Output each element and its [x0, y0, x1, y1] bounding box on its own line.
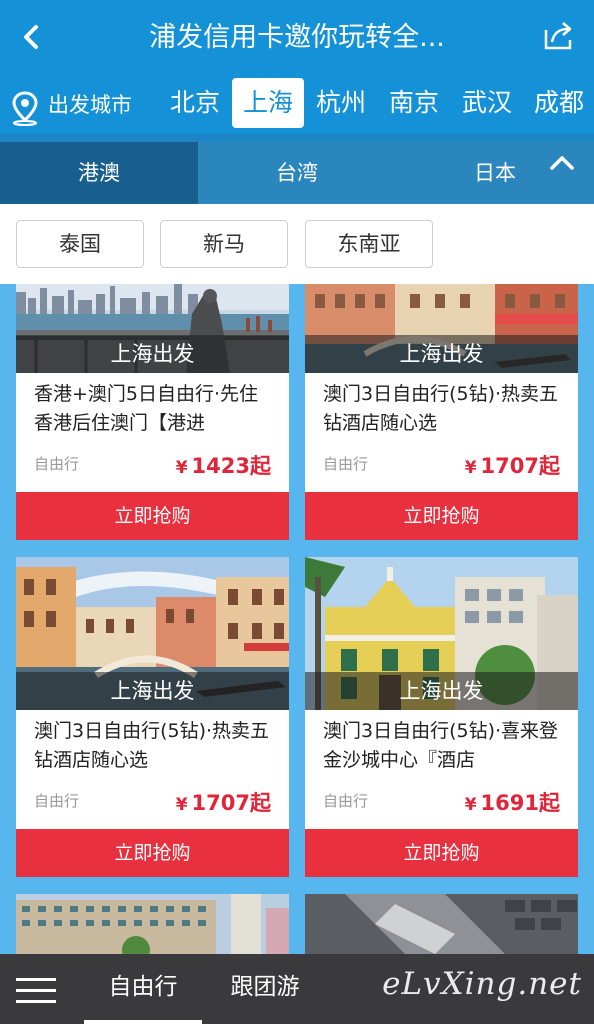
country-filter-bar: 泰国 新马 东南亚 — [0, 204, 594, 284]
product-card[interactable] — [305, 894, 578, 954]
departure-badge: 上海出发 — [16, 672, 289, 710]
city-beijing[interactable]: 北京 — [164, 78, 226, 128]
product-type: 自由行 — [34, 792, 80, 810]
tab-hongkong-macau[interactable]: 港澳 — [0, 142, 198, 204]
product-price: ¥1691起 — [465, 787, 560, 817]
departure-city-label: 出发城市 — [48, 93, 132, 117]
departure-city-bar: 出发城市 北京 上海 杭州 南京 武汉 成都 — [0, 76, 594, 142]
product-price: ¥1707起 — [176, 787, 271, 817]
currency-symbol: ¥ — [175, 795, 188, 815]
tab-taiwan[interactable]: 台湾 — [198, 142, 396, 204]
product-photo: 上海出发 — [16, 284, 289, 373]
buy-now-button[interactable]: 立即抢购 — [305, 829, 578, 877]
citybar-divider — [0, 134, 594, 142]
city-wuhan[interactable]: 武汉 — [456, 78, 518, 128]
filter-southeast-asia[interactable]: 东南亚 — [305, 220, 433, 268]
product-card[interactable]: 上海出发 澳门3日自由行(5钻)·热卖五钻酒店随心选 自由行 ¥1707起 立即… — [305, 284, 578, 540]
watermark: eLvXing.net — [382, 966, 582, 1002]
product-price: ¥1423起 — [176, 450, 271, 480]
price-value: 1707起 — [480, 454, 560, 478]
app-header: 浦发信用卡邀你玩转全... — [0, 0, 594, 76]
price-value: 1691起 — [480, 791, 560, 815]
product-photo — [305, 894, 578, 954]
product-photo: 上海出发 — [305, 557, 578, 710]
product-card[interactable]: 上海出发 香港+澳门5日自由行·先住香港后住澳门【港进 自由行 ¥1423起 立… — [16, 284, 289, 540]
chevron-up-icon[interactable] — [548, 152, 576, 174]
product-title: 澳门3日自由行(5钻)·喜来登金沙城中心『酒店 — [323, 720, 559, 771]
departure-badge: 上海出发 — [305, 672, 578, 710]
currency-symbol: ¥ — [464, 458, 477, 478]
price-value: 1423起 — [191, 454, 271, 478]
share-icon[interactable] — [542, 20, 576, 52]
product-title: 澳门3日自由行(5钻)·热卖五钻酒店随心选 — [323, 383, 559, 434]
product-type: 自由行 — [323, 455, 369, 473]
tab-group-tour[interactable]: 跟团游 — [212, 954, 318, 1024]
city-nanjing[interactable]: 南京 — [383, 78, 445, 128]
buy-now-button[interactable]: 立即抢购 — [16, 829, 289, 877]
buy-now-button[interactable]: 立即抢购 — [16, 492, 289, 540]
tab-independent-travel[interactable]: 自由行 — [84, 954, 202, 1024]
departure-badge: 上海出发 — [305, 335, 578, 373]
product-photo: 上海出发 — [305, 284, 578, 373]
currency-symbol: ¥ — [464, 795, 477, 815]
location-pin-icon — [12, 91, 38, 126]
product-card[interactable] — [16, 894, 289, 964]
product-title: 澳门3日自由行(5钻)·热卖五钻酒店随心选 — [34, 720, 270, 771]
page-title: 浦发信用卡邀你玩转全... — [149, 22, 445, 53]
product-title: 香港+澳门5日自由行·先住香港后住澳门【港进 — [34, 383, 259, 434]
buy-now-button[interactable]: 立即抢购 — [305, 492, 578, 540]
region-tabs: 港澳 台湾 日本 — [0, 142, 594, 204]
menu-icon[interactable] — [16, 974, 56, 1008]
product-card[interactable]: 上海出发 澳门3日自由行(5钻)·热卖五钻酒店随心选 自由行 ¥1707起 立即… — [16, 557, 289, 877]
product-photo — [16, 894, 289, 964]
filter-singapore-malaysia[interactable]: 新马 — [160, 220, 288, 268]
city-chengdu[interactable]: 成都 — [530, 78, 594, 128]
price-value: 1707起 — [191, 791, 271, 815]
product-photo: 上海出发 — [16, 557, 289, 710]
filter-thailand[interactable]: 泰国 — [16, 220, 144, 268]
city-shanghai[interactable]: 上海 — [232, 78, 304, 128]
product-type: 自由行 — [34, 455, 80, 473]
departure-badge: 上海出发 — [16, 335, 289, 373]
product-type: 自由行 — [323, 792, 369, 810]
city-hangzhou[interactable]: 杭州 — [310, 78, 372, 128]
bottom-nav-bar: 自由行 跟团游 eLvXing.net — [0, 954, 594, 1024]
currency-symbol: ¥ — [175, 458, 188, 478]
product-card[interactable]: 上海出发 澳门3日自由行(5钻)·喜来登金沙城中心『酒店 自由行 ¥1691起 … — [305, 557, 578, 877]
back-arrow-icon[interactable] — [18, 22, 46, 52]
product-price: ¥1707起 — [465, 450, 560, 480]
